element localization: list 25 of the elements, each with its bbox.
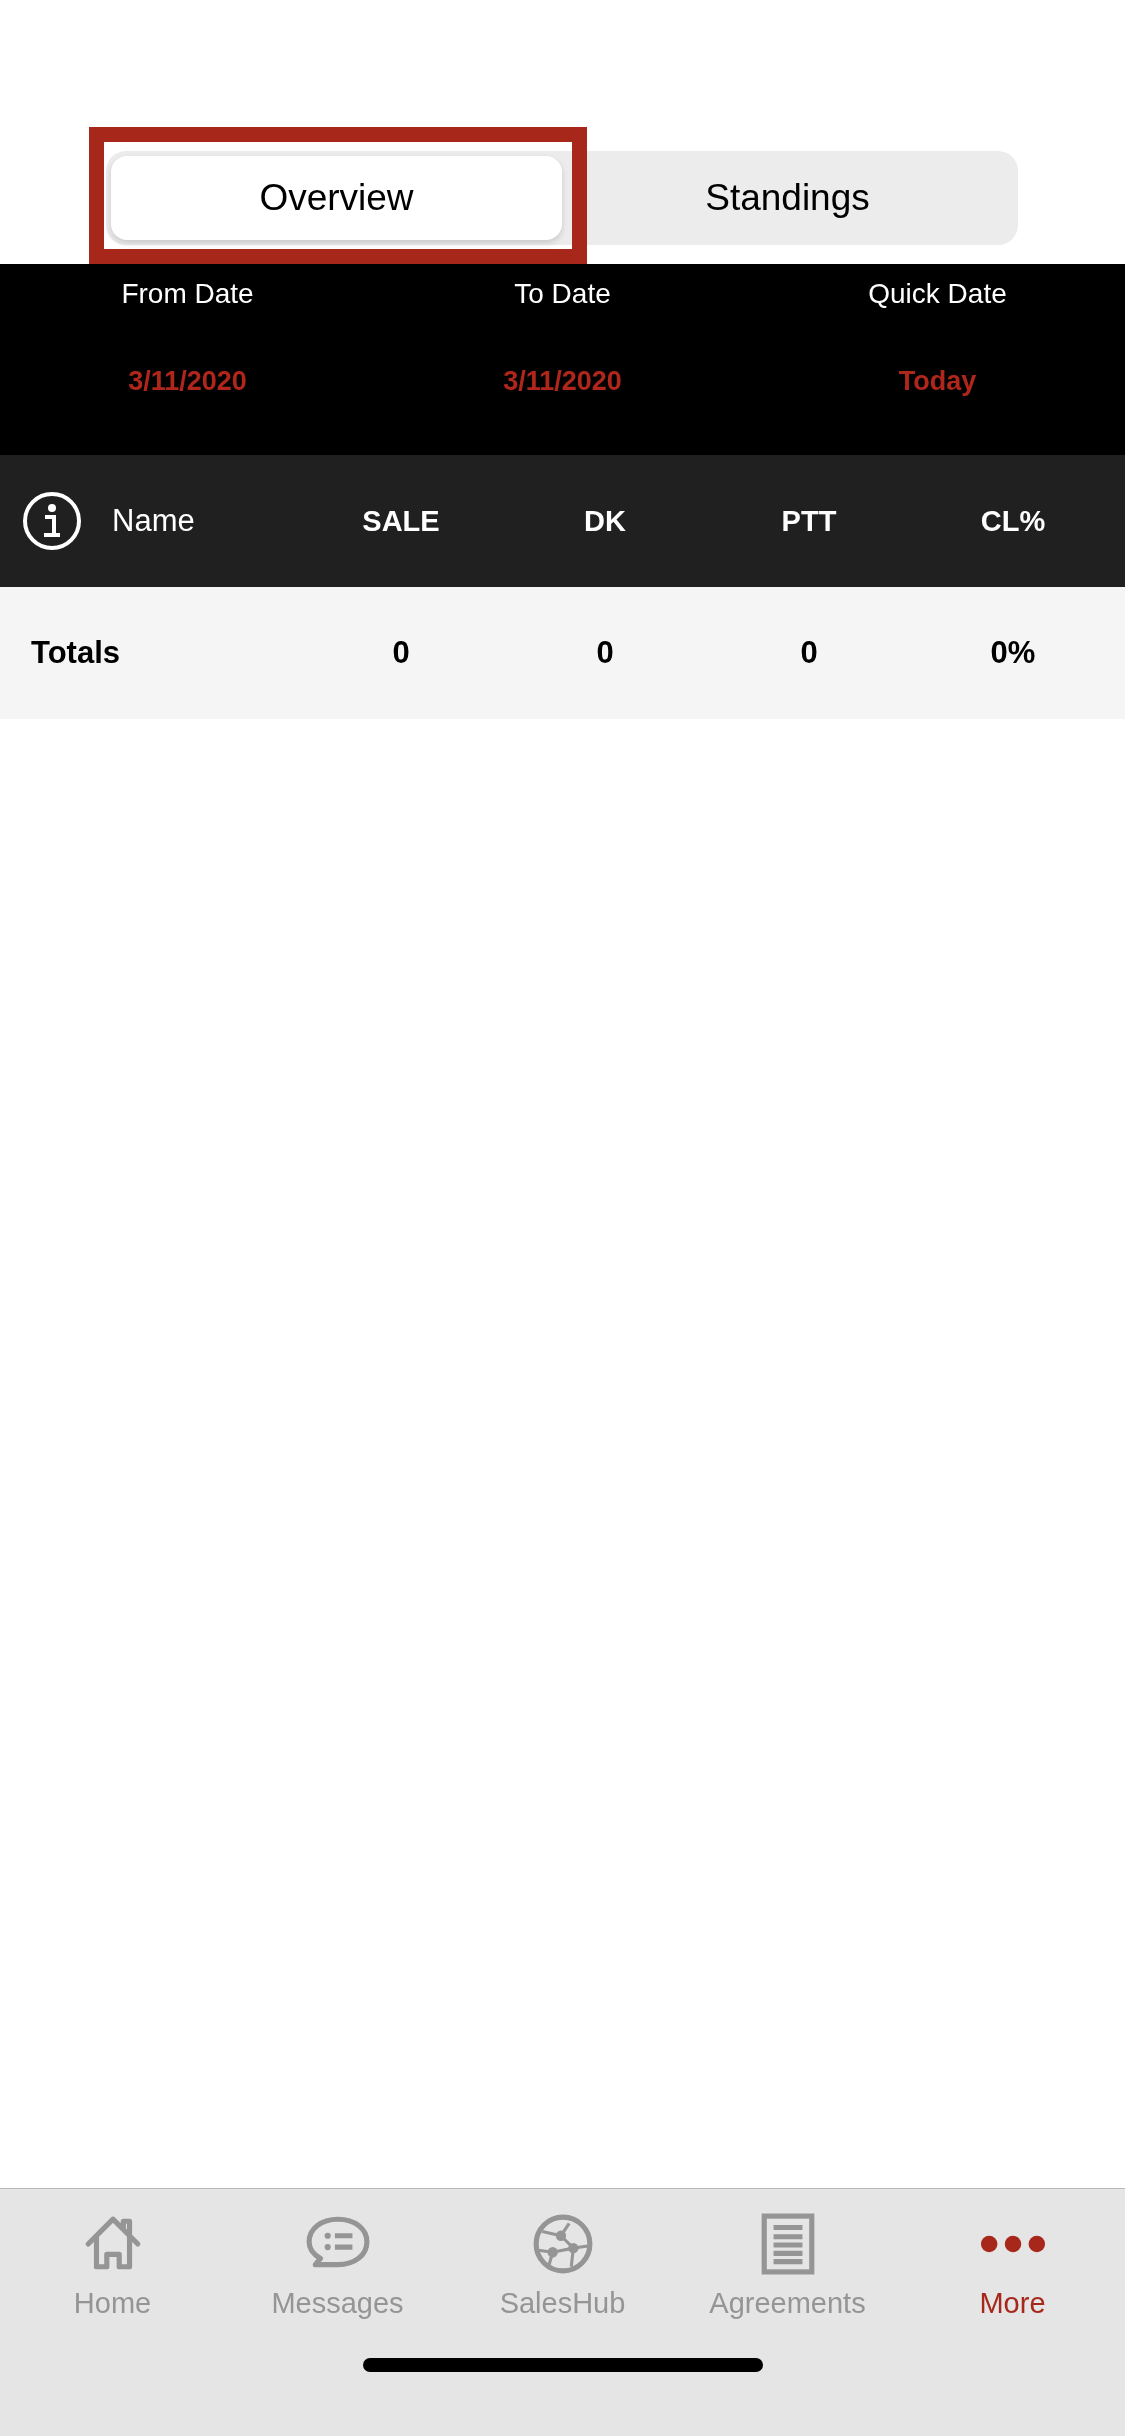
segment-tab[interactable]: Overview <box>111 156 562 240</box>
column-header: CL% <box>979 504 1047 538</box>
tab-bar-item[interactable]: Home <box>0 2213 225 2320</box>
date-picker[interactable]: 3/11/2020 <box>503 366 622 397</box>
more-icon <box>979 2233 1046 2255</box>
column-header: SALE <box>361 504 441 538</box>
column-header: Name <box>112 503 195 539</box>
date-label: To Date <box>514 278 611 310</box>
table-cell-text: 0 <box>799 635 819 671</box>
table-cell-text: 0 <box>595 635 615 671</box>
tab-bar-item[interactable]: SalesHub <box>450 2213 675 2320</box>
date-picker[interactable]: 3/11/2020 <box>128 366 247 397</box>
table-cell-text: 0 <box>391 635 411 671</box>
table-cell-text: Totals <box>30 635 121 671</box>
date-picker[interactable]: Today <box>898 366 977 397</box>
segment-tab[interactable]: Standings <box>562 156 1013 240</box>
info-icon[interactable] <box>22 491 82 551</box>
tab-bar-item[interactable]: Messages <box>225 2213 450 2320</box>
tab-bar-item[interactable]: Agreements <box>675 2213 900 2320</box>
column-header: DK <box>583 504 627 538</box>
tab-bar-item[interactable]: More <box>900 2213 1125 2320</box>
date-label: Quick Date <box>868 278 1007 310</box>
date-label: From Date <box>121 278 254 310</box>
table-cell-text: 0% <box>989 635 1037 671</box>
column-header: PTT <box>780 504 838 538</box>
